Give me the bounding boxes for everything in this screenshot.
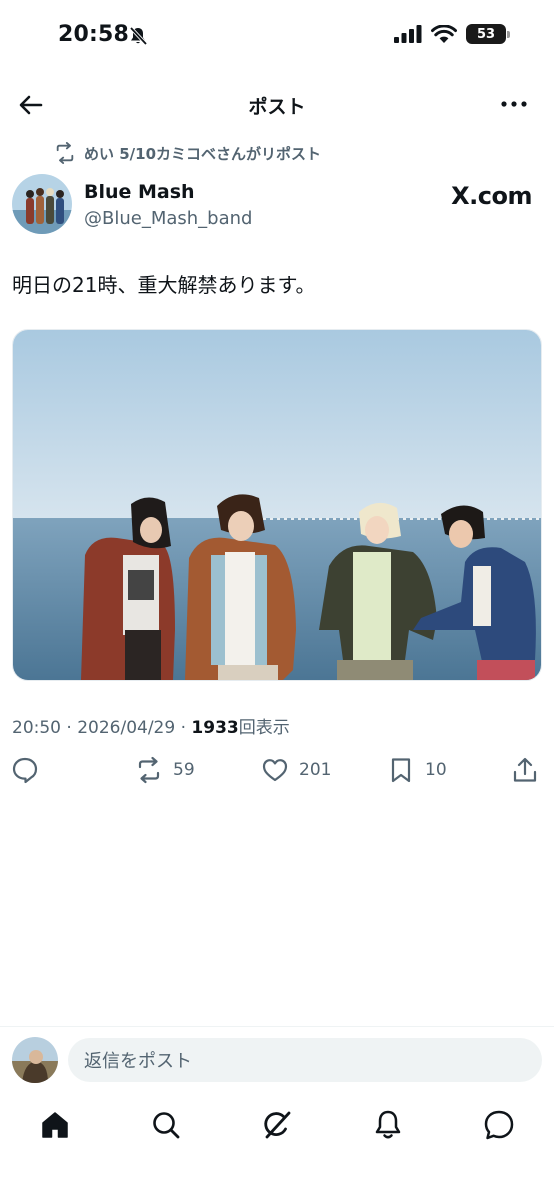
my-avatar[interactable] [12, 1037, 58, 1083]
tab-home[interactable] [38, 1108, 72, 1142]
post-author: Blue Mash @Blue_Mash_band X.com [12, 174, 542, 236]
status-bar: 20:58 53 [0, 0, 554, 76]
heart-icon [262, 759, 288, 782]
wifi-icon [431, 24, 457, 43]
reply-input[interactable]: 返信をポスト [68, 1038, 542, 1082]
share-icon [513, 757, 537, 782]
bookmark-button[interactable]: 10 [387, 752, 447, 788]
share-button[interactable] [511, 752, 539, 788]
repost-icon [56, 142, 74, 164]
tab-messages[interactable] [482, 1108, 516, 1142]
reply-icon [12, 757, 38, 784]
author-avatar[interactable] [12, 174, 72, 234]
views-label: 回表示 [238, 718, 290, 738]
notifications-icon [375, 1110, 401, 1139]
post-photo[interactable] [12, 329, 542, 681]
bottom-tab-bar [0, 1100, 554, 1150]
reply-placeholder: 返信をポスト [84, 1051, 192, 1072]
reply-button[interactable] [11, 752, 39, 788]
x-com-logo: X.com [451, 182, 532, 210]
grok-icon [264, 1111, 291, 1139]
bookmark-count: 10 [425, 760, 447, 780]
repost-button[interactable]: 59 [135, 752, 195, 788]
page-title: ポスト [248, 96, 306, 118]
battery-indicator: 53 [466, 24, 510, 44]
more-options-icon[interactable] [500, 94, 528, 114]
bell-muted-icon [129, 26, 148, 46]
tab-notifications[interactable] [371, 1108, 405, 1142]
cellular-signal-icon [394, 25, 422, 43]
author-handle[interactable]: @Blue_Mash_band [84, 208, 252, 229]
repost-action-icon [138, 756, 160, 784]
repost-note-text: めい 5/10カミコベさんがリポスト [84, 144, 322, 163]
status-time: 20:58 [58, 22, 130, 47]
repost-count: 59 [173, 760, 195, 780]
status-icons: 53 [394, 24, 510, 44]
post-actions: 59 201 10 [0, 752, 554, 788]
post-timestamp: 20:50 · 2026/04/29 · [12, 718, 192, 738]
post-meta: 20:50 · 2026/04/29 · 1933回表示 [12, 713, 290, 738]
post-text: 明日の21時、重大解禁あります。 [12, 273, 316, 297]
tab-grok[interactable] [260, 1108, 294, 1142]
like-count: 201 [299, 760, 332, 780]
bookmark-icon [391, 758, 411, 783]
views-count[interactable]: 1933 [191, 718, 238, 738]
reply-divider [0, 1026, 554, 1027]
author-name[interactable]: Blue Mash [84, 181, 195, 203]
home-icon [42, 1112, 68, 1138]
messages-icon [484, 1110, 514, 1140]
like-button[interactable]: 201 [261, 752, 331, 788]
repost-note[interactable]: めい 5/10カミコベさんがリポスト [54, 142, 321, 164]
tab-search[interactable] [149, 1108, 183, 1142]
search-icon [153, 1112, 180, 1139]
top-nav: ポスト [0, 76, 554, 132]
